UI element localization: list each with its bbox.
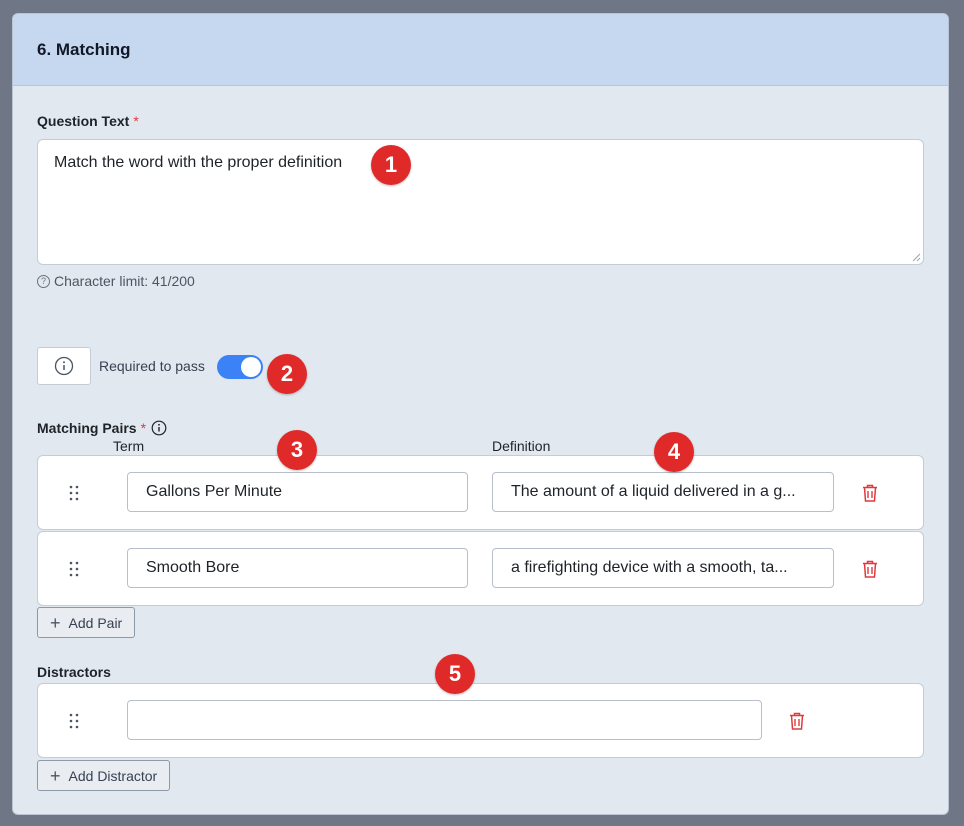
distractor-row [37, 683, 924, 758]
toggle-knob [241, 357, 261, 377]
add-pair-button[interactable]: + Add Pair [37, 607, 136, 638]
drag-handle-icon[interactable] [68, 560, 80, 578]
drag-handle-icon[interactable] [68, 484, 80, 502]
matching-pair-row: Smooth Bore a firefighting device with a… [37, 531, 924, 606]
term-input[interactable]: Smooth Bore [127, 548, 468, 588]
resize-handle-icon[interactable] [912, 253, 921, 262]
character-limit: ? Character limit: 41/200 [37, 273, 195, 289]
card-header: 6. Matching [13, 14, 948, 86]
drag-handle-icon[interactable] [68, 712, 80, 730]
term-column-header: Term [113, 438, 145, 454]
matching-pairs-label: Matching Pairs * [37, 420, 167, 436]
matching-question-card: 6. Matching Question Text * Match the wor… [12, 13, 949, 815]
question-text-label: Question Text * [37, 113, 139, 129]
trash-icon[interactable] [861, 559, 879, 579]
section-title: 6. Matching [37, 39, 131, 59]
info-icon[interactable] [151, 420, 167, 436]
required-to-pass-label: Required to pass [99, 358, 205, 374]
trash-icon[interactable] [788, 711, 806, 731]
annotation-badge-3: 3 [277, 430, 317, 470]
annotation-badge-4: 4 [654, 432, 694, 472]
definition-input[interactable]: a firefighting device with a smooth, ta.… [492, 548, 834, 588]
question-text-value: Match the word with the proper definitio… [54, 154, 343, 171]
character-limit-text: Character limit: 41/200 [54, 273, 195, 289]
question-text-input[interactable]: Match the word with the proper definitio… [37, 139, 924, 265]
question-mark-icon: ? [37, 274, 50, 288]
annotation-badge-2: 2 [267, 354, 307, 394]
term-input[interactable]: Gallons Per Minute [127, 472, 468, 512]
definition-column-header: Definition [492, 438, 551, 454]
required-to-pass-toggle[interactable] [217, 355, 263, 379]
matching-pairs-label-text: Matching Pairs [37, 420, 137, 436]
definition-input[interactable]: The amount of a liquid delivered in a g.… [492, 472, 834, 512]
required-asterisk: * [140, 420, 147, 436]
annotation-badge-5: 5 [435, 654, 475, 694]
add-pair-label: Add Pair [68, 614, 123, 631]
annotation-badge-1: 1 [371, 145, 411, 185]
matching-pair-row: Gallons Per Minute The amount of a liqui… [37, 455, 924, 530]
info-button[interactable] [37, 347, 91, 385]
question-text-label-text: Question Text [37, 113, 130, 129]
plus-icon: + [50, 612, 61, 633]
distractors-label: Distractors [37, 664, 111, 680]
info-icon [54, 356, 74, 376]
add-distractor-label: Add Distractor [68, 767, 158, 784]
distractor-input[interactable] [127, 700, 762, 740]
trash-icon[interactable] [861, 483, 879, 503]
add-distractor-button[interactable]: + Add Distractor [37, 760, 171, 791]
plus-icon: + [50, 765, 61, 786]
required-asterisk: * [133, 113, 139, 129]
